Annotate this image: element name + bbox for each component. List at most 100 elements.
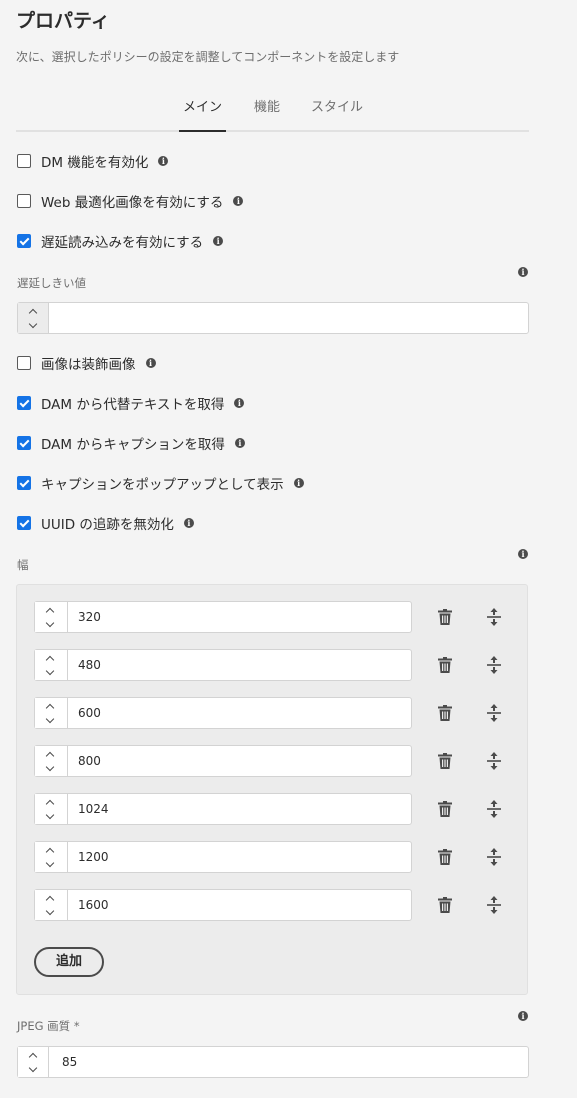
alt-from-dam-checkbox[interactable] xyxy=(17,396,31,410)
width-stepper xyxy=(35,698,68,728)
width-stepper xyxy=(35,602,68,632)
chevron-down-icon[interactable] xyxy=(18,318,48,332)
checkbox-row-lazy-loading: 遅延読み込みを有効にする i xyxy=(17,231,224,251)
trash-icon[interactable] xyxy=(438,753,452,769)
checkbox-row-disable-uuid: UUID の追跡を無効化 i xyxy=(17,513,194,533)
chevron-down-icon[interactable] xyxy=(35,809,65,823)
decorative-checkbox[interactable] xyxy=(17,356,31,370)
chevron-down-icon[interactable] xyxy=(35,905,65,919)
width-stepper xyxy=(35,794,68,824)
trash-icon[interactable] xyxy=(438,849,452,865)
jpeg-quality-input[interactable]: 85 xyxy=(62,1047,77,1077)
checkbox-label: DAM からキャプションを取得 xyxy=(41,437,225,453)
trash-icon[interactable] xyxy=(438,609,452,625)
trash-icon[interactable] xyxy=(438,705,452,721)
width-input[interactable]: 1200 xyxy=(78,842,109,872)
tab-main[interactable]: メイン xyxy=(183,96,222,115)
active-tab-indicator xyxy=(179,130,226,132)
checkbox-label: DAM から代替テキストを取得 xyxy=(41,397,225,413)
width-field: 600 xyxy=(34,697,412,729)
width-stepper xyxy=(35,746,68,776)
reorder-icon[interactable] xyxy=(487,656,501,674)
tab-bar: メイン 機能 スタイル xyxy=(16,92,529,132)
info-icon[interactable]: i xyxy=(213,236,224,246)
trash-icon[interactable] xyxy=(438,657,452,673)
width-row: 800 xyxy=(34,745,514,777)
width-row: 320 xyxy=(34,601,514,633)
checkbox-label: UUID の追跡を無効化 xyxy=(41,517,174,533)
chevron-up-icon[interactable] xyxy=(18,304,48,318)
info-icon[interactable]: i xyxy=(518,1011,528,1021)
info-icon[interactable]: i xyxy=(158,156,169,166)
trash-icon[interactable] xyxy=(438,801,452,817)
disable-uuid-checkbox[interactable] xyxy=(17,516,31,530)
caption-from-dam-checkbox[interactable] xyxy=(17,436,31,450)
width-field: 480 xyxy=(34,649,412,681)
chevron-up-icon[interactable] xyxy=(35,843,65,857)
info-icon[interactable]: i xyxy=(518,267,528,277)
width-field: 1600 xyxy=(34,889,412,921)
tab-features[interactable]: 機能 xyxy=(254,96,280,115)
chevron-up-icon[interactable] xyxy=(35,699,65,713)
chevron-up-icon[interactable] xyxy=(35,795,65,809)
width-input[interactable]: 1024 xyxy=(78,794,109,824)
chevron-up-icon[interactable] xyxy=(18,1048,48,1062)
lazy-threshold-stepper xyxy=(18,303,49,333)
jpeg-quality-label: JPEG 画質 * xyxy=(17,1019,80,1033)
caption-popup-checkbox[interactable] xyxy=(17,476,31,490)
checkbox-label: キャプションをポップアップとして表示 xyxy=(41,477,284,493)
width-row: 1200 xyxy=(34,841,514,873)
width-row: 1600 xyxy=(34,889,514,921)
width-input[interactable]: 320 xyxy=(78,602,101,632)
info-icon[interactable]: i xyxy=(183,518,194,528)
info-icon[interactable]: i xyxy=(293,478,304,488)
checkbox-row-web-optimized: Web 最適化画像を有効にする i xyxy=(17,191,244,211)
jpeg-quality-stepper xyxy=(18,1047,49,1077)
info-icon[interactable]: i xyxy=(518,549,528,559)
chevron-down-icon[interactable] xyxy=(35,857,65,871)
widths-multifield: 320 480 600 800 1024 1200 1600 追加 xyxy=(16,584,528,995)
chevron-up-icon[interactable] xyxy=(35,651,65,665)
add-width-button[interactable]: 追加 xyxy=(34,947,104,977)
tab-styles[interactable]: スタイル xyxy=(311,96,363,115)
reorder-icon[interactable] xyxy=(487,896,501,914)
chevron-down-icon[interactable] xyxy=(35,713,65,727)
checkbox-label: 画像は装飾画像 xyxy=(41,357,136,373)
width-field: 320 xyxy=(34,601,412,633)
reorder-icon[interactable] xyxy=(487,800,501,818)
checkbox-row-caption-popup: キャプションをポップアップとして表示 i xyxy=(17,473,304,493)
width-input[interactable]: 1600 xyxy=(78,890,109,920)
chevron-up-icon[interactable] xyxy=(35,603,65,617)
info-icon[interactable]: i xyxy=(234,398,245,408)
lazy-loading-checkbox[interactable] xyxy=(17,234,31,248)
lazy-threshold-label: 遅延しきい値 xyxy=(17,276,86,290)
page-subtitle: 次に、選択したポリシーの設定を調整してコンポーネントを設定します xyxy=(16,50,400,64)
width-field: 1200 xyxy=(34,841,412,873)
width-input[interactable]: 600 xyxy=(78,698,101,728)
chevron-down-icon[interactable] xyxy=(35,617,65,631)
info-icon[interactable]: i xyxy=(145,358,156,368)
reorder-icon[interactable] xyxy=(487,848,501,866)
checkbox-label: Web 最適化画像を有効にする xyxy=(41,195,224,211)
width-input[interactable]: 800 xyxy=(78,746,101,776)
lazy-threshold-field xyxy=(17,302,529,334)
reorder-icon[interactable] xyxy=(487,752,501,770)
web-optimized-checkbox[interactable] xyxy=(17,194,31,208)
chevron-up-icon[interactable] xyxy=(35,747,65,761)
trash-icon[interactable] xyxy=(438,897,452,913)
width-row: 1024 xyxy=(34,793,514,825)
width-row: 600 xyxy=(34,697,514,729)
checkbox-label: 遅延読み込みを有効にする xyxy=(41,235,204,251)
info-icon[interactable]: i xyxy=(234,438,245,448)
chevron-down-icon[interactable] xyxy=(35,761,65,775)
reorder-icon[interactable] xyxy=(487,608,501,626)
width-input[interactable]: 480 xyxy=(78,650,101,680)
widths-label: 幅 xyxy=(17,558,29,572)
chevron-down-icon[interactable] xyxy=(18,1062,48,1076)
enable-dm-checkbox[interactable] xyxy=(17,154,31,168)
chevron-down-icon[interactable] xyxy=(35,665,65,679)
chevron-up-icon[interactable] xyxy=(35,891,65,905)
reorder-icon[interactable] xyxy=(487,704,501,722)
info-icon[interactable]: i xyxy=(233,196,244,206)
checkbox-label: DM 機能を有効化 xyxy=(41,155,149,171)
